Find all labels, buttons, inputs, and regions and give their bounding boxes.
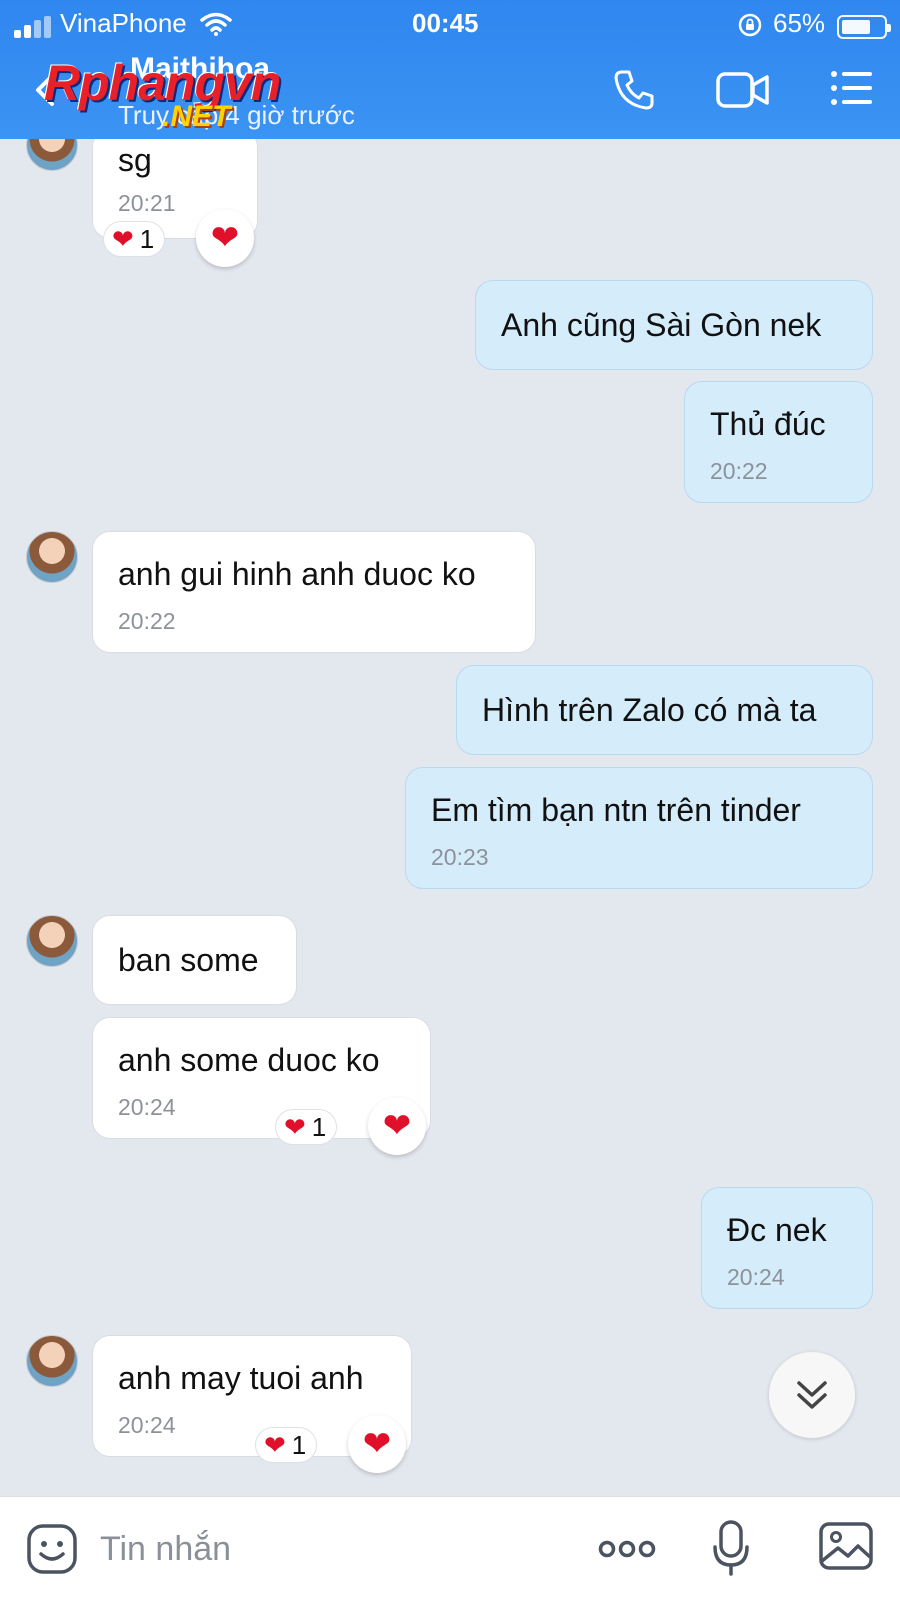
react-button[interactable]: ❤	[368, 1097, 426, 1155]
phone-icon[interactable]	[612, 68, 656, 112]
reaction-count: 1	[311, 1111, 327, 1142]
message-bubble[interactable]: Anh cũng Sài Gòn nek	[475, 280, 873, 370]
microphone-icon[interactable]	[711, 1519, 751, 1577]
message-bubble[interactable]: Thủ đúc 20:22	[684, 381, 873, 503]
react-button[interactable]: ❤	[196, 209, 254, 267]
scroll-to-bottom-button[interactable]	[769, 1352, 855, 1438]
message-text: anh may tuoi anh	[118, 1360, 364, 1396]
watermark-sub: .NET	[162, 100, 231, 133]
message-text: ban some	[118, 942, 259, 978]
carrier-name: VinaPhone	[60, 8, 187, 38]
message-bubble[interactable]: anh gui hinh anh duoc ko 20:22	[92, 531, 536, 653]
message-time: 20:22	[710, 458, 768, 484]
heart-icon: ❤	[362, 1425, 392, 1463]
reaction-count: 1	[139, 223, 155, 254]
chat-header: VinaPhone 00:45 65% Maithihoa Truy cập 4…	[0, 0, 900, 139]
reaction-count-badge[interactable]: ❤ 1	[103, 221, 166, 257]
sticker-icon[interactable]	[26, 1523, 78, 1575]
message-time: 20:24	[118, 1412, 176, 1438]
message-text: Em tìm bạn ntn trên tinder	[431, 792, 801, 828]
heart-icon: ❤	[112, 223, 134, 254]
reaction-count: 1	[291, 1429, 307, 1460]
heart-icon: ❤	[210, 219, 240, 257]
avatar[interactable]	[26, 139, 78, 171]
double-chevron-down-icon	[797, 1381, 827, 1409]
heart-icon: ❤	[264, 1429, 286, 1460]
message-composer	[0, 1496, 900, 1600]
message-time: 20:24	[727, 1264, 785, 1290]
message-time: 20:21	[118, 190, 176, 216]
video-call-icon[interactable]	[715, 68, 771, 112]
message-bubble[interactable]: Em tìm bạn ntn trên tinder 20:23	[405, 767, 873, 889]
signal-icon	[14, 16, 54, 38]
message-bubble[interactable]: ban some	[92, 915, 297, 1005]
avatar[interactable]	[26, 915, 78, 967]
battery-percent: 65%	[773, 8, 826, 38]
message-text: Hình trên Zalo có mà ta	[482, 692, 817, 728]
message-bubble[interactable]: Đc nek 20:24	[701, 1187, 873, 1309]
status-time: 00:45	[412, 8, 479, 38]
avatar[interactable]	[26, 1335, 78, 1387]
message-text: Thủ đúc	[710, 406, 826, 442]
message-text: sg	[118, 142, 152, 178]
message-time: 20:23	[431, 844, 489, 870]
message-text: Đc nek	[727, 1212, 827, 1248]
message-input[interactable]	[100, 1525, 560, 1573]
battery-icon	[837, 15, 891, 39]
status-bar: VinaPhone 00:45 65%	[0, 8, 900, 39]
wifi-icon	[200, 12, 232, 36]
message-text: anh some duoc ko	[118, 1042, 380, 1078]
avatar[interactable]	[26, 531, 78, 583]
gallery-icon[interactable]	[818, 1521, 874, 1571]
watermark-logo: Rphangvn .NET	[44, 54, 334, 136]
message-time: 20:22	[118, 608, 176, 634]
heart-icon: ❤	[382, 1107, 412, 1145]
message-time: 20:24	[118, 1094, 176, 1120]
menu-icon[interactable]	[830, 68, 874, 108]
message-text: Anh cũng Sài Gòn nek	[501, 307, 822, 343]
heart-icon: ❤	[284, 1111, 306, 1142]
message-text: anh gui hinh anh duoc ko	[118, 556, 476, 592]
message-list[interactable]: sg 20:21 ❤ 1 ❤ Anh cũng Sài Gòn nek Thủ …	[0, 139, 900, 1496]
more-icon[interactable]	[598, 1529, 656, 1569]
reaction-count-badge[interactable]: ❤ 1	[275, 1109, 338, 1145]
orientation-lock-icon	[738, 13, 762, 37]
react-button[interactable]: ❤	[348, 1415, 406, 1473]
reaction-count-badge[interactable]: ❤ 1	[255, 1427, 318, 1463]
message-bubble[interactable]: Hình trên Zalo có mà ta	[456, 665, 873, 755]
